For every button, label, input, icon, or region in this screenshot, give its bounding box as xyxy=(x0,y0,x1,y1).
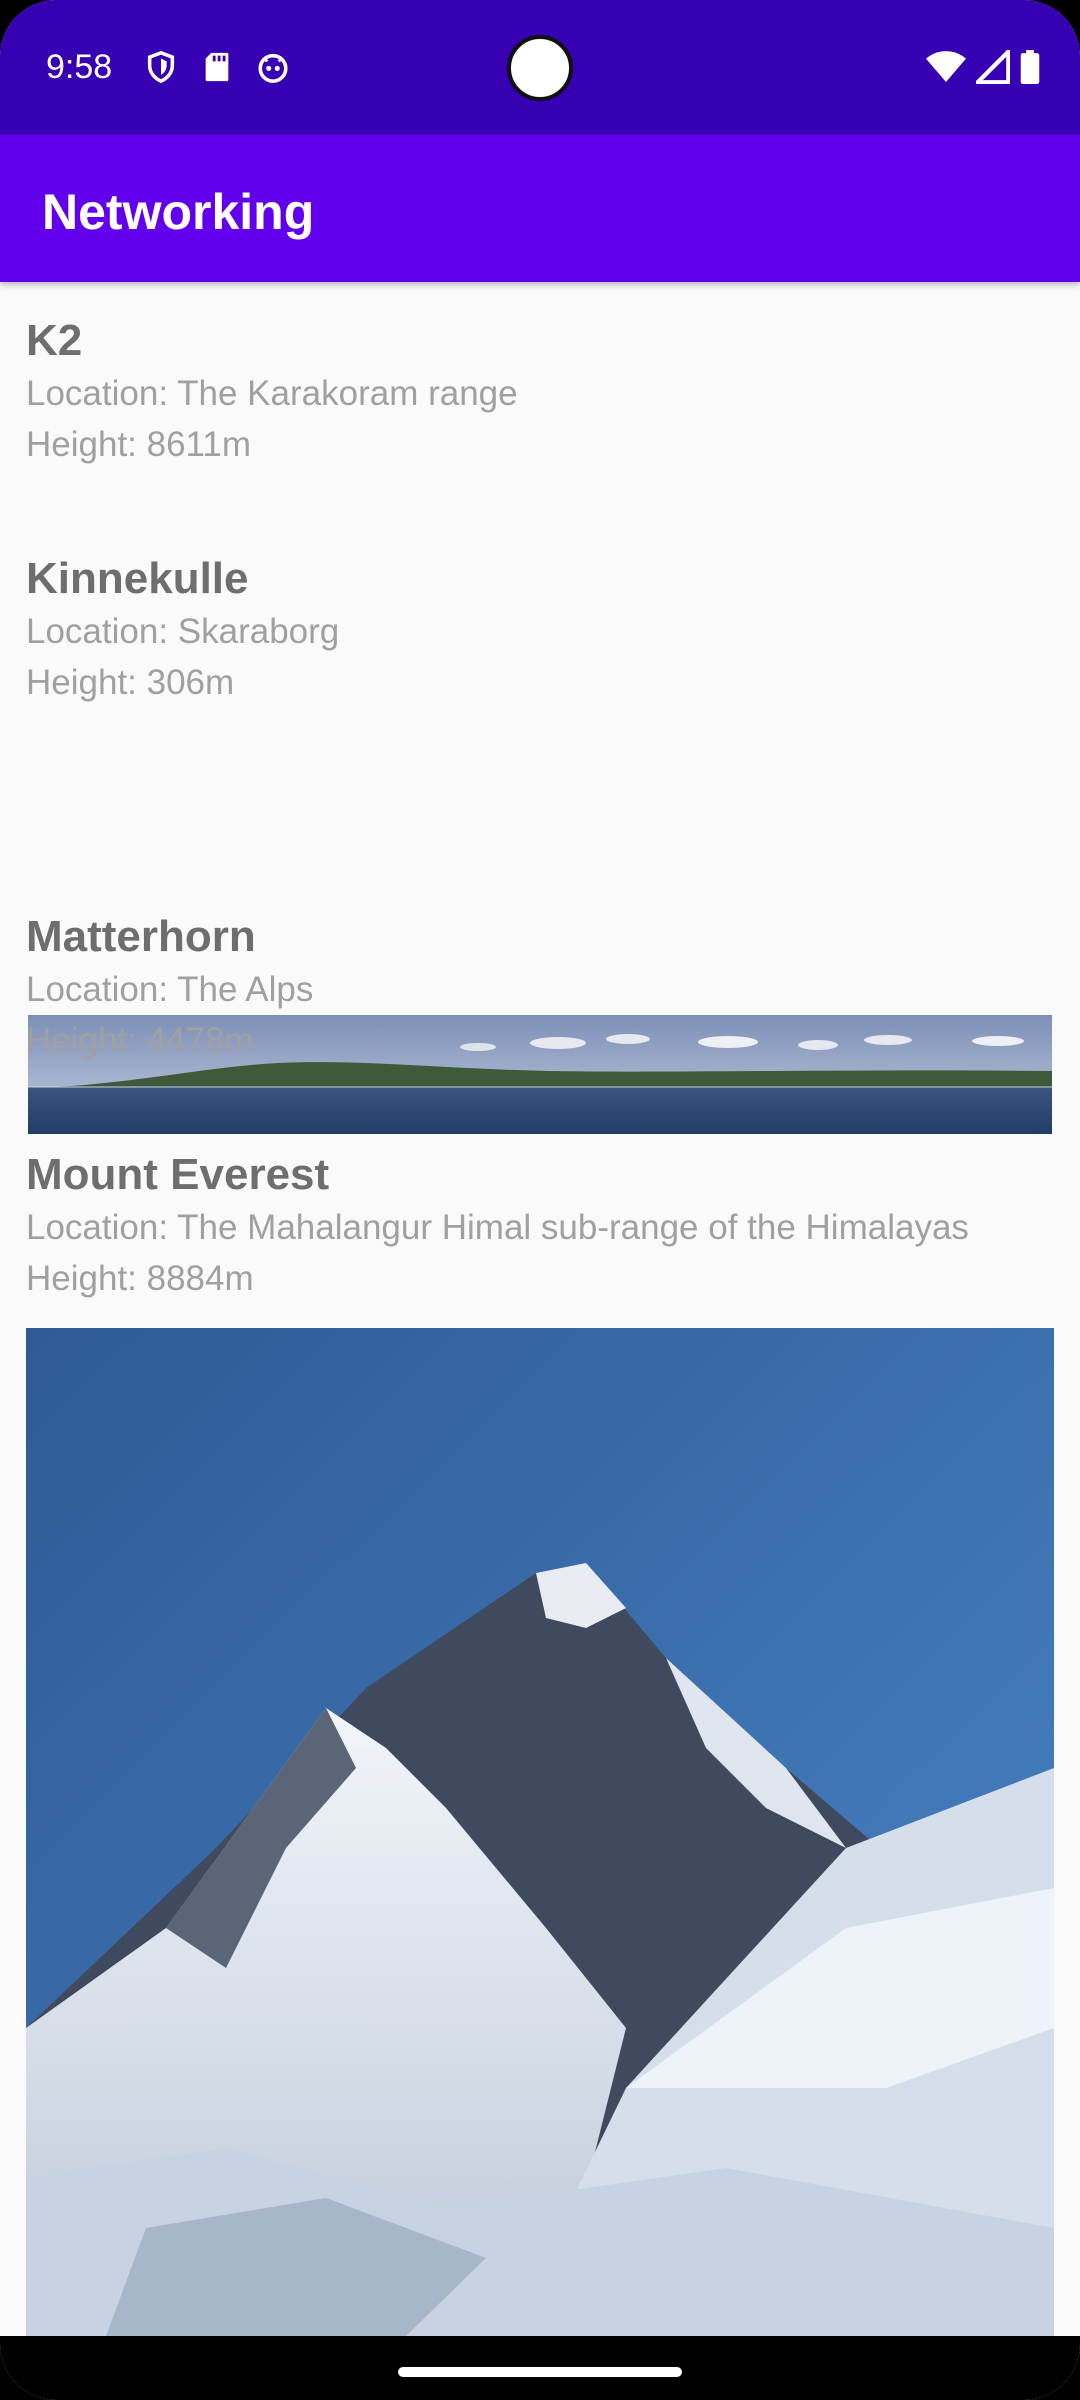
list-item-kinnekulle[interactable]: Kinnekulle Location: Skaraborg Height: 3… xyxy=(26,552,1056,708)
cell-signal-icon xyxy=(976,50,1010,84)
status-time: 9:58 xyxy=(46,48,113,86)
wifi-icon xyxy=(926,51,966,82)
home-gesture-handle[interactable] xyxy=(398,2367,682,2377)
robot-face-icon xyxy=(258,53,288,83)
status-icons-left xyxy=(144,50,290,84)
mountain-name: K2 xyxy=(26,316,83,365)
mountain-location: Location: The Karakoram range xyxy=(26,374,518,413)
app-title: Networking xyxy=(42,184,315,240)
mountain-location: Location: Skaraborg xyxy=(26,612,340,651)
list-item-mount-everest[interactable]: Mount Everest Location: The Mahalangur H… xyxy=(26,1148,1056,1304)
app-bar: Networking xyxy=(0,135,1080,282)
status-icons-right xyxy=(926,50,1040,84)
status-bar: 9:58 xyxy=(0,0,1080,135)
battery-icon xyxy=(1020,50,1040,84)
sd-card-icon xyxy=(205,52,229,82)
list-item-k2[interactable]: K2 Location: The Karakoram range Height:… xyxy=(26,314,1056,470)
mountain-name: Matterhorn xyxy=(26,912,256,961)
mountain-height: Height: 8611m xyxy=(26,425,252,464)
shield-icon xyxy=(147,50,175,84)
mount-everest-image xyxy=(26,1328,1054,2336)
mountain-height: Height: 306m xyxy=(26,663,235,702)
mountain-location: Location: The Mahalangur Himal sub-range… xyxy=(26,1208,969,1247)
front-camera xyxy=(507,35,573,101)
mountain-name: Mount Everest xyxy=(26,1150,330,1199)
mountain-location: Location: The Alps xyxy=(26,970,314,1009)
mountain-height: Height: 4478m xyxy=(26,1021,254,1060)
mountain-height: Height: 8884m xyxy=(26,1259,254,1298)
screen: 9:58 Networking K2 Location: The Karakor… xyxy=(0,0,1080,2400)
list-item-matterhorn[interactable]: Matterhorn Location: The Alps Height: 44… xyxy=(26,910,1056,1066)
mountain-name: Kinnekulle xyxy=(26,554,249,603)
